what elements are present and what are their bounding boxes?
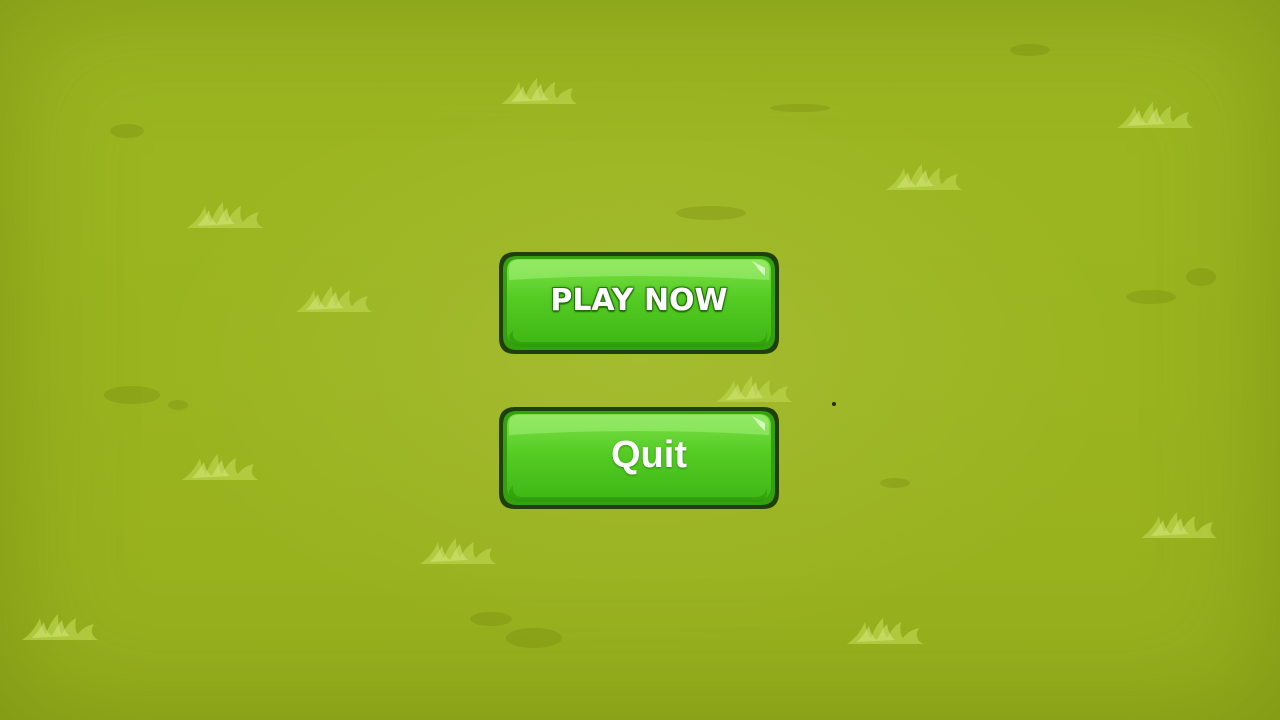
ground-spot (1186, 268, 1216, 286)
cursor-dot (832, 402, 836, 406)
ground-spot (110, 124, 144, 138)
grass-tuft-icon (1141, 512, 1217, 538)
grass-tuft-icon (501, 78, 577, 104)
ground-spot (470, 612, 512, 626)
grass-tuft-icon (1117, 102, 1193, 128)
play-now-button[interactable]: PLAY NOW (497, 250, 781, 356)
ground-spot (506, 628, 562, 648)
ground-spot (676, 206, 746, 220)
ground-spot (168, 400, 188, 410)
ground-spot (880, 478, 910, 488)
grass-tuft-icon (420, 538, 496, 564)
grass-tuft-icon (22, 614, 98, 640)
grass-tuft-icon (187, 202, 263, 228)
quit-label: Quit (611, 433, 687, 476)
grass-tuft-icon (847, 618, 923, 644)
grass-tuft-icon (886, 164, 962, 190)
ground-spot (104, 386, 160, 404)
grass-field-background (0, 0, 1280, 720)
play-now-label: PLAY NOW (550, 282, 728, 318)
grass-tuft-icon (182, 454, 258, 480)
grass-tuft-icon (296, 286, 372, 312)
quit-button[interactable]: Quit (497, 405, 781, 511)
grass-tuft-icon (716, 376, 792, 402)
ground-spot (1126, 290, 1176, 304)
ground-spot (1010, 44, 1050, 56)
ground-spot (770, 104, 830, 112)
